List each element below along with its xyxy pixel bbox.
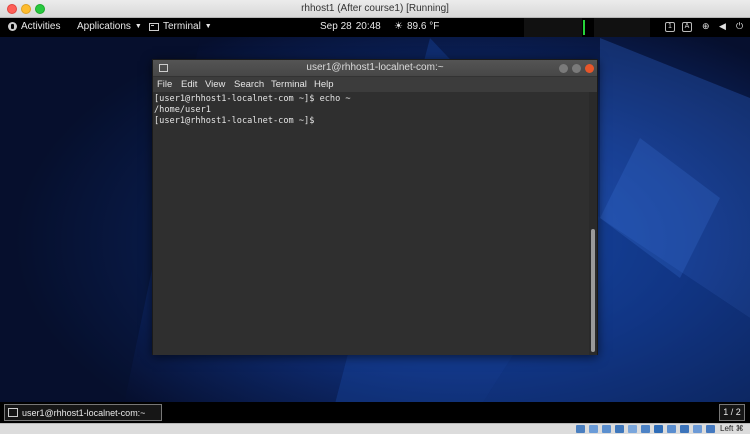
audio-icon[interactable] <box>602 425 611 433</box>
recording-icon[interactable] <box>667 425 676 433</box>
menu-file[interactable]: File <box>157 79 172 90</box>
host-key-label: Left ⌘ <box>720 424 744 433</box>
clock[interactable]: Sep 28 20:48 <box>320 21 381 32</box>
terminal-titlebar[interactable]: user1@rhhost1-localnet-com:~ <box>153 60 597 77</box>
chevron-down-icon: ▼ <box>134 23 142 30</box>
terminal-title: user1@rhhost1-localnet-com:~ <box>306 62 444 73</box>
display-icon[interactable] <box>654 425 663 433</box>
hard-disk-icon[interactable] <box>576 425 585 433</box>
terminal-icon <box>149 22 159 31</box>
minimize-button[interactable] <box>559 64 568 73</box>
network-adapter-icon[interactable] <box>615 425 624 433</box>
activity-indicator <box>583 20 585 35</box>
terminal-app-label: Terminal <box>163 21 201 32</box>
host-window-title: rhhost1 (After course1) [Running] <box>301 3 449 14</box>
gnome-top-bar: Activities Applications ▼ Terminal ▼ Sep… <box>0 18 750 37</box>
terminal-output[interactable]: [user1@rhhost1-localnet-com ~]$ echo ~ /… <box>153 92 590 355</box>
applications-menu[interactable]: Applications ▼ <box>77 21 142 32</box>
terminal-menubar: File Edit View Search Terminal Help <box>153 77 597 92</box>
activities-button[interactable]: Activities <box>8 21 60 32</box>
workspace-indicator[interactable]: 1 / 2 <box>719 404 745 421</box>
taskbar-terminal-item[interactable]: user1@rhhost1-localnet-com:~ <box>4 404 162 421</box>
clock-date: Sep 28 <box>320 21 352 32</box>
virtualbox-status-bar: Left ⌘ <box>0 423 750 434</box>
terminal-icon <box>8 408 18 417</box>
volume-icon[interactable]: ◀ <box>719 21 726 32</box>
weather-sun-icon: ☀ <box>394 21 403 32</box>
menu-search[interactable]: Search <box>234 79 264 90</box>
chevron-down-icon: ▼ <box>204 23 212 30</box>
terminal-app-menu[interactable]: Terminal ▼ <box>149 21 212 32</box>
terminal-scrollbar[interactable] <box>589 92 597 355</box>
clock-time: 20:48 <box>355 21 381 32</box>
cpu-icon[interactable] <box>680 425 689 433</box>
topbar-extension-slot <box>524 18 582 37</box>
topbar-extension-slot <box>594 18 650 37</box>
network-icon[interactable]: ⊕ <box>702 21 710 32</box>
close-button[interactable] <box>585 64 594 73</box>
mouse-integration-icon[interactable] <box>693 425 702 433</box>
power-icon[interactable]: ⏻ <box>736 21 743 32</box>
weather-temp: 89.6 °F <box>406 21 440 32</box>
applications-label: Applications <box>77 21 131 32</box>
host-window-titlebar: rhhost1 (After course1) [Running] <box>0 0 750 18</box>
menu-view[interactable]: View <box>205 79 225 90</box>
terminal-line: [user1@rhhost1-localnet-com ~]$ <box>154 116 315 126</box>
terminal-window[interactable]: user1@rhhost1-localnet-com:~ File Edit V… <box>152 59 598 355</box>
menu-help[interactable]: Help <box>314 79 334 90</box>
optical-drive-icon[interactable] <box>589 425 598 433</box>
scrollbar-thumb[interactable] <box>591 229 595 352</box>
vm-display[interactable]: Activities Applications ▼ Terminal ▼ Sep… <box>0 18 750 423</box>
menu-terminal[interactable]: Terminal <box>271 79 307 90</box>
input-method-icon[interactable]: 1 <box>665 22 675 32</box>
weather-indicator[interactable]: ☀ 89.6 °F <box>394 21 439 32</box>
maximize-button[interactable] <box>572 64 581 73</box>
terminal-line: [user1@rhhost1-localnet-com ~]$ echo ~ <box>154 94 351 104</box>
shared-folders-icon[interactable] <box>641 425 650 433</box>
activities-label: Activities <box>21 21 61 32</box>
window-list-bar: user1@rhhost1-localnet-com:~ 1 / 2 <box>0 402 750 423</box>
keyboard-capture-icon[interactable] <box>706 425 715 433</box>
distro-logo-icon <box>8 22 17 31</box>
menu-edit[interactable]: Edit <box>181 79 197 90</box>
keyboard-layout-icon[interactable]: A <box>682 22 692 32</box>
terminal-line: /home/user1 <box>154 105 211 115</box>
taskbar-item-label: user1@rhhost1-localnet-com:~ <box>22 407 146 418</box>
usb-icon[interactable] <box>628 425 637 433</box>
